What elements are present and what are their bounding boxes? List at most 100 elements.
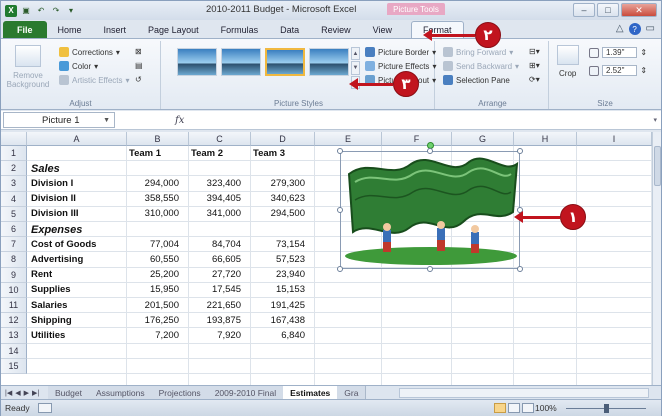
rotate-icon[interactable]: ⟳▾ (529, 75, 540, 84)
row-label-cell[interactable]: Cost of Goods (31, 238, 96, 252)
selection-pane-button[interactable]: Selection Pane (443, 75, 510, 85)
value-cell[interactable]: 323,400 (189, 177, 241, 191)
row-header-5[interactable]: 5 (1, 206, 27, 222)
column-header-b[interactable]: B (127, 132, 189, 146)
excel-icon[interactable]: X (5, 4, 17, 17)
row-label-cell[interactable]: Shipping (31, 314, 72, 328)
value-cell[interactable]: 191,425 (251, 299, 305, 313)
tab-insert[interactable]: Insert (93, 21, 138, 38)
value-cell[interactable]: 15,153 (251, 283, 305, 297)
color-button[interactable]: Color ▾ (59, 61, 98, 71)
minimize-button[interactable]: – (573, 3, 595, 17)
row-header-3[interactable]: 3 (1, 176, 27, 192)
column-heading-cell[interactable]: Team 2 (191, 147, 223, 161)
page-layout-view-icon[interactable] (508, 403, 520, 413)
row-header-2[interactable]: 2 (1, 161, 27, 177)
prev-sheet-icon[interactable]: ◀ (15, 389, 20, 397)
shape-height-field[interactable]: 1.39" ⇕ (589, 47, 647, 58)
insert-function-icon[interactable]: fx (175, 115, 184, 126)
row-label-cell[interactable]: Rent (31, 268, 52, 282)
picture-style-thumb[interactable] (309, 48, 349, 76)
horizontal-scrollbar[interactable] (399, 388, 649, 398)
row-label-cell[interactable]: Division I (31, 177, 73, 191)
resize-handle[interactable] (337, 207, 343, 213)
gallery-up-icon[interactable]: ▲ (351, 47, 360, 61)
resize-handle[interactable] (517, 266, 523, 272)
value-cell[interactable]: 77,004 (127, 238, 179, 252)
value-cell[interactable]: 167,438 (251, 314, 305, 328)
row-label-cell[interactable]: Advertising (31, 253, 83, 267)
resize-handle[interactable] (337, 266, 343, 272)
sheet-tab-gra[interactable]: Gra (337, 386, 367, 399)
page-break-view-icon[interactable] (522, 403, 534, 413)
expand-formula-bar-icon[interactable]: ▾ (653, 116, 657, 124)
section-heading-sales[interactable]: Sales (31, 162, 60, 176)
sheet-tab-assumptions[interactable]: Assumptions (88, 386, 153, 399)
sheet-tab-2009-2010-final[interactable]: 2009-2010 Final (207, 386, 285, 399)
column-header-i[interactable]: I (577, 132, 652, 146)
value-cell[interactable]: 294,500 (251, 207, 305, 221)
value-cell[interactable]: 279,300 (251, 177, 305, 191)
value-cell[interactable]: 84,704 (189, 238, 241, 252)
value-cell[interactable]: 358,550 (127, 192, 179, 206)
minimize-ribbon-icon[interactable]: △ (616, 23, 624, 35)
last-sheet-icon[interactable]: ▶| (32, 389, 39, 397)
zoom-slider-knob[interactable] (604, 404, 609, 413)
value-cell[interactable]: 394,405 (189, 192, 241, 206)
resize-handle[interactable] (337, 148, 343, 154)
picture-effects-button[interactable]: Picture Effects ▾ (365, 61, 436, 71)
column-header-a[interactable]: A (27, 132, 127, 146)
resize-handle[interactable] (427, 148, 433, 154)
resize-handle[interactable] (427, 266, 433, 272)
value-cell[interactable]: 294,000 (127, 177, 179, 191)
name-box-dropdown-icon[interactable]: ▼ (103, 117, 110, 124)
column-header-c[interactable]: C (189, 132, 251, 146)
normal-view-icon[interactable] (494, 403, 506, 413)
value-cell[interactable]: 201,500 (127, 299, 179, 313)
width-value[interactable]: 2.52" (602, 65, 638, 76)
tab-page-layout[interactable]: Page Layout (137, 21, 210, 38)
column-header-f[interactable]: F (382, 132, 452, 146)
row-header-13[interactable]: 13 (1, 328, 27, 344)
row-header-12[interactable]: 12 (1, 313, 27, 329)
gallery-down-icon[interactable]: ▼ (351, 61, 360, 75)
crop-icon[interactable] (557, 45, 579, 65)
row-header-10[interactable]: 10 (1, 282, 27, 298)
row-label-cell[interactable]: Utilities (31, 329, 65, 343)
first-sheet-icon[interactable]: |◀ (5, 389, 12, 397)
value-cell[interactable]: 193,875 (189, 314, 241, 328)
shape-width-field[interactable]: 2.52" ⇕ (589, 65, 647, 76)
value-cell[interactable]: 340,623 (251, 192, 305, 206)
sheet-tab-projections[interactable]: Projections (151, 386, 209, 399)
value-cell[interactable]: 23,940 (251, 268, 305, 282)
corrections-button[interactable]: Corrections ▾ (59, 47, 120, 57)
reset-picture-icon[interactable]: ↺ (135, 75, 142, 84)
crop-button[interactable]: Crop (559, 69, 576, 78)
value-cell[interactable]: 6,840 (251, 329, 305, 343)
value-cell[interactable]: 7,920 (189, 329, 241, 343)
picture-style-thumb[interactable] (221, 48, 261, 76)
zoom-level[interactable]: 100% (535, 403, 557, 413)
row-header-4[interactable]: 4 (1, 191, 27, 207)
bring-forward-button[interactable]: Bring Forward ▾ (443, 47, 513, 57)
value-cell[interactable]: 27,720 (189, 268, 241, 282)
row-header-1[interactable]: 1 (1, 146, 27, 162)
tab-file[interactable]: File (3, 21, 47, 38)
row-header-8[interactable]: 8 (1, 252, 27, 268)
help-icon[interactable]: ? (628, 23, 641, 35)
tab-data[interactable]: Data (269, 21, 310, 38)
section-heading-expenses[interactable]: Expenses (31, 223, 82, 237)
undo-icon[interactable]: ↶ (35, 5, 47, 17)
row-label-cell[interactable]: Division III (31, 207, 79, 221)
value-cell[interactable]: 341,000 (189, 207, 241, 221)
column-header-h[interactable]: H (514, 132, 577, 146)
resize-handle[interactable] (517, 148, 523, 154)
qat-dropdown-icon[interactable]: ▾ (65, 5, 77, 17)
tab-review[interactable]: Review (310, 21, 362, 38)
value-cell[interactable]: 57,523 (251, 253, 305, 267)
column-heading-cell[interactable]: Team 1 (129, 147, 161, 161)
remove-background-button[interactable]: Remove Background (5, 71, 51, 89)
row-label-cell[interactable]: Salaries (31, 299, 67, 313)
scroll-thumb[interactable] (654, 146, 661, 186)
sheet-tab-estimates[interactable]: Estimates (283, 386, 339, 399)
